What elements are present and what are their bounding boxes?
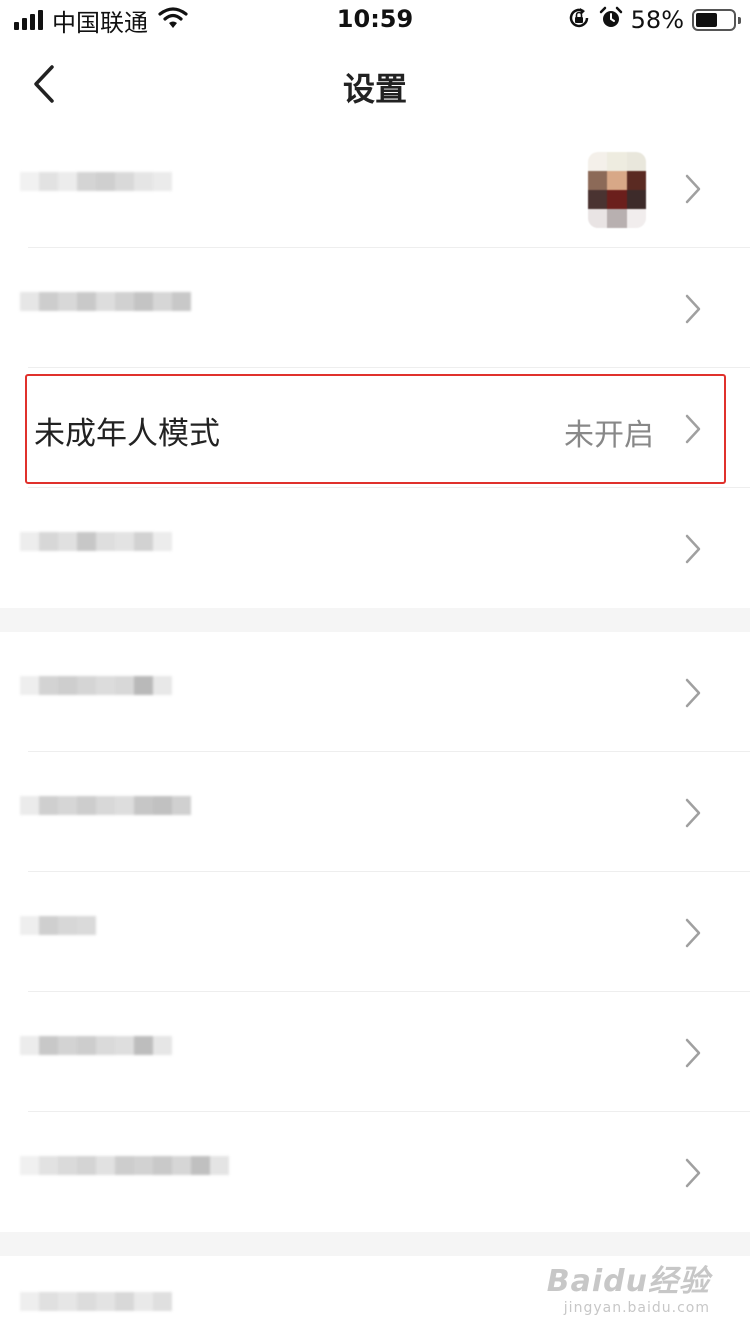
- settings-list: 未成年人模式 未开启: [0, 128, 750, 1334]
- watermark-logo: Baidu经验: [546, 1264, 710, 1299]
- settings-row-obscured-9[interactable]: [0, 1112, 750, 1232]
- navigation-bar: 设置: [0, 40, 750, 128]
- obscured-label: [20, 292, 191, 330]
- chevron-right-icon: [685, 534, 701, 564]
- settings-row-obscured-7[interactable]: [0, 872, 750, 992]
- chevron-right-icon: [685, 414, 701, 444]
- obscured-label: [20, 1156, 229, 1194]
- watermark-url: jingyan.baidu.com: [563, 1300, 710, 1316]
- watermark: Baidu经验 jingyan.baidu.com: [547, 1256, 710, 1316]
- section-separator: [0, 1232, 750, 1256]
- chevron-right-icon: [685, 798, 701, 828]
- settings-row-obscured-8[interactable]: [0, 992, 750, 1112]
- settings-row-obscured-6[interactable]: [0, 752, 750, 872]
- alarm-icon: [599, 6, 623, 34]
- settings-row-minor-mode[interactable]: 未成年人模式 未开启: [0, 368, 750, 488]
- obscured-label: [20, 532, 172, 570]
- minor-mode-label: 未成年人模式: [34, 416, 220, 452]
- chevron-right-icon: [685, 294, 701, 324]
- section-separator: [0, 608, 750, 632]
- battery-percent: 58%: [630, 6, 684, 34]
- minor-mode-status: 未开启: [564, 418, 654, 453]
- settings-row-profile[interactable]: [0, 128, 750, 248]
- obscured-label: [20, 1036, 172, 1074]
- chevron-right-icon: [685, 1038, 701, 1068]
- chevron-right-icon: [685, 678, 701, 708]
- settings-row-obscured-5[interactable]: [0, 632, 750, 752]
- obscured-label: [20, 796, 191, 834]
- battery-icon: [692, 9, 741, 31]
- obscured-label: [20, 172, 172, 210]
- chevron-right-icon: [685, 1158, 701, 1188]
- status-bar-right: 58%: [567, 6, 741, 34]
- avatar: [588, 152, 646, 228]
- chevron-right-icon: [685, 174, 701, 204]
- battery-level-fill: [696, 13, 717, 27]
- page-title: 设置: [342, 70, 407, 108]
- rotation-lock-icon: [567, 6, 591, 34]
- settings-row-obscured-2[interactable]: [0, 248, 750, 368]
- obscured-label: [20, 1292, 172, 1330]
- obscured-label: [20, 676, 172, 714]
- settings-row-obscured-4[interactable]: [0, 488, 750, 608]
- obscured-label: [20, 916, 96, 954]
- status-bar: 中国联通 10:59 58%: [0, 0, 750, 40]
- chevron-right-icon: [685, 918, 701, 948]
